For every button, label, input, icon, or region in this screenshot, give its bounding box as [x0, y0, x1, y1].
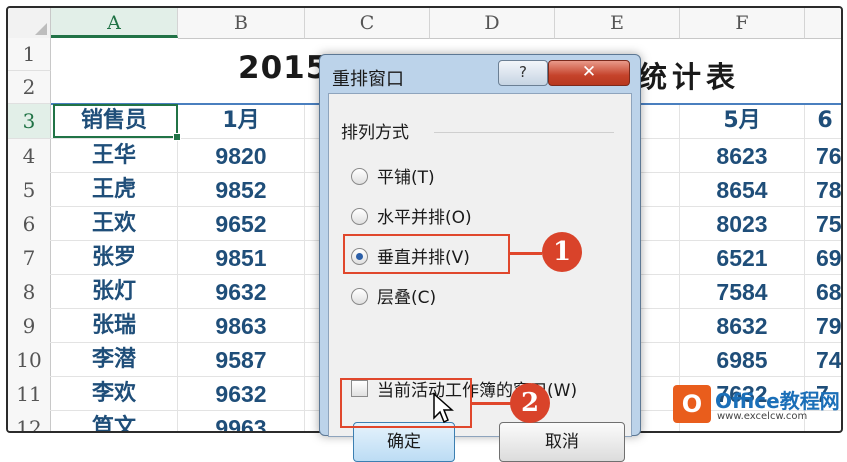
radio-button[interactable]: [351, 168, 368, 185]
row-header-9[interactable]: 9: [8, 309, 51, 344]
callout-box-1: [343, 234, 510, 274]
row-header-8[interactable]: 8: [8, 275, 51, 310]
cell-name[interactable]: 张罗: [51, 241, 177, 275]
cell-may[interactable]: 6985: [680, 343, 804, 377]
selected-cell-a3: [53, 104, 181, 141]
radio-button[interactable]: [351, 288, 368, 305]
row-header-5[interactable]: 5: [8, 173, 51, 208]
mouse-cursor-icon: [433, 392, 454, 424]
cell-jun[interactable]: 78: [816, 173, 841, 207]
row-header-1[interactable]: 1: [8, 38, 51, 71]
row-header-4[interactable]: 4: [8, 139, 51, 174]
cell-jan[interactable]: 9652: [178, 207, 304, 241]
step-badge-2: 2: [510, 383, 550, 423]
cell-jun[interactable]: 74: [816, 343, 841, 377]
column-header-f[interactable]: F: [680, 8, 805, 39]
cell-may[interactable]: 8023: [680, 207, 804, 241]
row-header-11[interactable]: 11: [8, 377, 51, 412]
cell-b3-header[interactable]: 1月: [178, 104, 304, 138]
cell-jun[interactable]: 76: [816, 139, 841, 173]
cancel-button[interactable]: 取消: [499, 422, 625, 462]
radio-label: 层叠(C): [377, 288, 437, 308]
row-header-2[interactable]: 2: [8, 71, 51, 104]
cell-jan[interactable]: 9852: [178, 173, 304, 207]
cell-f3-header[interactable]: 5月: [680, 104, 804, 138]
cell-jan[interactable]: 9632: [178, 275, 304, 309]
cell-name[interactable]: 王虎: [51, 173, 177, 207]
watermark-text: Office教程网: [715, 389, 840, 413]
watermark: O Office教程网 www.excelcw.com: [673, 381, 840, 427]
column-header-e[interactable]: E: [555, 8, 680, 39]
row-header-7[interactable]: 7: [8, 241, 51, 276]
close-button[interactable]: ✕: [548, 60, 630, 86]
cell-jan[interactable]: 9820: [178, 139, 304, 173]
cell-jun[interactable]: 75: [816, 207, 841, 241]
cell-name[interactable]: 李潜: [51, 343, 177, 377]
column-header-c[interactable]: C: [305, 8, 430, 39]
cell-name[interactable]: 李欢: [51, 377, 177, 411]
office-logo-icon: O: [673, 385, 711, 423]
cell-jan[interactable]: 9632: [178, 377, 304, 411]
arrange-group-label: 排列方式: [341, 123, 409, 143]
grid-line: [304, 104, 305, 431]
cell-name[interactable]: 笪文: [51, 411, 177, 431]
callout-connector-1: [509, 252, 542, 255]
sheet-title-right: 统计表: [638, 60, 741, 94]
cell-jan[interactable]: 9863: [178, 309, 304, 343]
row-header-12[interactable]: 12: [8, 411, 51, 431]
cell-g3-header[interactable]: 6: [805, 104, 841, 138]
cell-jan[interactable]: 9587: [178, 343, 304, 377]
watermark-url: www.excelcw.com: [717, 411, 808, 422]
callout-connector-2: [471, 402, 511, 405]
column-header-g[interactable]: [805, 8, 841, 39]
column-header-b[interactable]: B: [178, 8, 305, 39]
cell-may[interactable]: 6521: [680, 241, 804, 275]
cell-name[interactable]: 张瑞: [51, 309, 177, 343]
cell-jun[interactable]: 69: [816, 241, 841, 275]
row-header-10[interactable]: 10: [8, 343, 51, 378]
cell-name[interactable]: 王华: [51, 139, 177, 173]
column-header-a[interactable]: A: [51, 8, 178, 38]
row-header-3[interactable]: 3: [8, 104, 51, 139]
dialog-title: 重排窗口: [332, 69, 404, 90]
row-header-6[interactable]: 6: [8, 207, 51, 242]
cell-jan[interactable]: 9851: [178, 241, 304, 275]
help-button[interactable]: ?: [498, 60, 548, 86]
cell-name[interactable]: 张灯: [51, 275, 177, 309]
ok-button[interactable]: 确定: [353, 422, 455, 462]
column-header-d[interactable]: D: [430, 8, 555, 39]
cell-may[interactable]: 7584: [680, 275, 804, 309]
cell-jun[interactable]: 79: [816, 309, 841, 343]
radio-label: 水平并排(O): [377, 208, 472, 228]
radio-label: 平铺(T): [377, 168, 435, 188]
group-divider: [434, 132, 614, 133]
sheet-title-left: 2015: [238, 50, 329, 86]
select-all-corner[interactable]: [8, 8, 51, 39]
step-badge-1: 1: [542, 232, 582, 272]
cell-jun[interactable]: 68: [816, 275, 841, 309]
cell-may[interactable]: 8632: [680, 309, 804, 343]
cell-jan[interactable]: 9963: [178, 411, 304, 431]
radio-button[interactable]: [351, 208, 368, 225]
cell-may[interactable]: 8623: [680, 139, 804, 173]
cell-name[interactable]: 王欢: [51, 207, 177, 241]
cell-may[interactable]: 8654: [680, 173, 804, 207]
